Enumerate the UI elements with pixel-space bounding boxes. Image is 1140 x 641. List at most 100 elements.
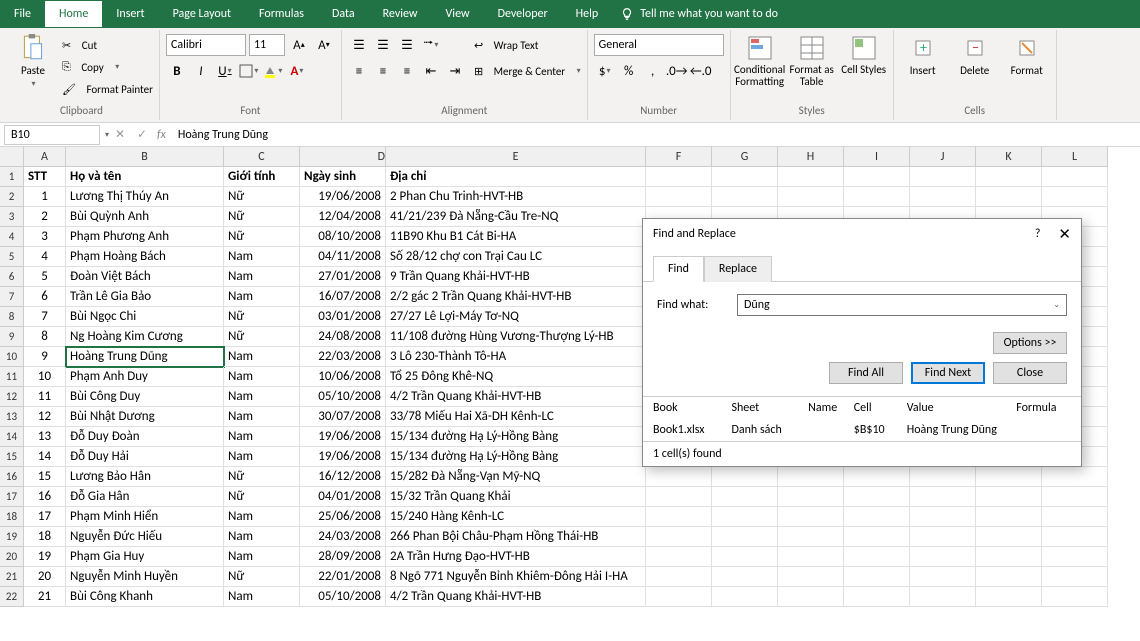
cell[interactable]: 15/282 Đà Nẵng-Vạn Mỹ-NQ (386, 467, 646, 487)
cell[interactable] (646, 527, 712, 547)
cell[interactable]: Phạm Anh Duy (66, 367, 224, 387)
cell[interactable]: 30/07/2008 (300, 407, 386, 427)
cell[interactable] (646, 187, 712, 207)
cell[interactable] (712, 187, 778, 207)
merge-center-button[interactable]: ⊞ Merge & Center ▾ (474, 60, 581, 82)
cell[interactable] (844, 587, 910, 607)
cell[interactable]: Nam (224, 447, 300, 467)
cell[interactable] (1042, 167, 1108, 187)
cell[interactable] (844, 187, 910, 207)
select-all-corner[interactable] (0, 147, 24, 167)
cell[interactable]: Lương Bảo Hân (66, 467, 224, 487)
cell[interactable]: Phạm Phương Anh (66, 227, 224, 247)
cell[interactable] (778, 467, 844, 487)
cell[interactable]: 11/108 đường Hùng Vương-Thượng Lý-HB (386, 327, 646, 347)
wrap-text-button[interactable]: ↩ Wrap Text (474, 34, 581, 56)
cell[interactable] (976, 527, 1042, 547)
row-header[interactable]: 2 (0, 187, 24, 207)
cell[interactable] (712, 567, 778, 587)
cell[interactable]: 15 (24, 467, 66, 487)
row-header[interactable]: 13 (0, 407, 24, 427)
cell[interactable]: Tổ 25 Đông Khê-NQ (386, 367, 646, 387)
row-header[interactable]: 6 (0, 267, 24, 287)
cell[interactable]: Nam (224, 507, 300, 527)
name-box[interactable]: B10 (4, 125, 100, 145)
cell[interactable]: Đỗ Gia Hân (66, 487, 224, 507)
comma-button[interactable]: , (642, 60, 664, 82)
cell[interactable]: 16 (24, 487, 66, 507)
bold-button[interactable]: B (166, 60, 188, 82)
cut-button[interactable]: ✂ Cut (62, 34, 153, 56)
cell[interactable] (844, 567, 910, 587)
col-header[interactable]: F (646, 147, 712, 167)
cell[interactable]: Nguyễn Minh Huyền (66, 567, 224, 587)
cell[interactable]: Nam (224, 427, 300, 447)
cell[interactable] (844, 547, 910, 567)
cell[interactable]: Số 28/12 chợ con Trại Cau LC (386, 247, 646, 267)
cell[interactable]: 19/06/2008 (300, 187, 386, 207)
result-col-value[interactable]: Value (907, 401, 1017, 415)
cell[interactable]: 15/32 Trần Quang Khải (386, 487, 646, 507)
cell[interactable]: 13 (24, 427, 66, 447)
cell[interactable] (844, 467, 910, 487)
cell[interactable]: 2A Trần Hưng Đạo-HVT-HB (386, 547, 646, 567)
cell[interactable]: Nữ (224, 467, 300, 487)
row-header[interactable]: 20 (0, 547, 24, 567)
row-header[interactable]: 16 (0, 467, 24, 487)
col-header[interactable]: B (66, 147, 224, 167)
cell[interactable] (778, 567, 844, 587)
insert-cells-button[interactable]: +Insert (900, 34, 946, 77)
cell[interactable]: Bùi Nhật Dương (66, 407, 224, 427)
tab-view[interactable]: View (432, 1, 484, 27)
align-top-button[interactable]: ☰ (348, 34, 370, 56)
cell[interactable]: Ng Hoàng Kim Cương (66, 327, 224, 347)
cell[interactable] (712, 167, 778, 187)
cell[interactable] (1042, 587, 1108, 607)
cell[interactable]: Nam (224, 387, 300, 407)
orientation-button[interactable]: ⭬▾ (420, 34, 442, 56)
cell[interactable]: 41/21/239 Đà Nẵng-Cầu Tre-NQ (386, 207, 646, 227)
font-name-select[interactable] (166, 34, 246, 56)
cell[interactable]: Ngày sinh (300, 167, 386, 187)
cell[interactable]: Nữ (224, 327, 300, 347)
cell[interactable]: 1 (24, 187, 66, 207)
cell[interactable] (976, 547, 1042, 567)
cell[interactable]: 19/06/2008 (300, 427, 386, 447)
cell[interactable] (1042, 487, 1108, 507)
cell[interactable]: Nữ (224, 567, 300, 587)
format-as-table-button[interactable]: Format as Table (789, 34, 835, 88)
col-header[interactable]: D (300, 147, 386, 167)
cell[interactable]: Nguyễn Đức Hiếu (66, 527, 224, 547)
cell[interactable]: 14 (24, 447, 66, 467)
options-button[interactable]: Options >> (993, 332, 1067, 354)
result-row[interactable]: Book1.xlsx Danh sách $B$10 Hoàng Trung D… (643, 419, 1081, 441)
close-button[interactable]: Close (993, 362, 1067, 384)
result-col-cell[interactable]: Cell (854, 401, 907, 415)
cell[interactable]: Bùi Quỳnh Anh (66, 207, 224, 227)
cell[interactable]: 16/07/2008 (300, 287, 386, 307)
cell[interactable] (712, 507, 778, 527)
align-center-button[interactable]: ≡ (372, 60, 394, 82)
cell[interactable] (976, 487, 1042, 507)
cell[interactable] (976, 187, 1042, 207)
cell[interactable]: 3 Lô 230-Thành Tô-HA (386, 347, 646, 367)
tab-file[interactable]: File (0, 1, 45, 27)
cancel-formula-button[interactable]: ✕ (109, 127, 131, 142)
formula-content[interactable]: Hoàng Trung Dũng (170, 128, 1140, 142)
cell[interactable]: 33/78 Miếu Hai Xã-DH Kênh-LC (386, 407, 646, 427)
cell[interactable]: Nam (224, 587, 300, 607)
cell[interactable]: 04/01/2008 (300, 487, 386, 507)
cell[interactable]: 19 (24, 547, 66, 567)
tab-developer[interactable]: Developer (484, 1, 562, 27)
result-col-book[interactable]: Book (653, 401, 731, 415)
cell[interactable]: 04/11/2008 (300, 247, 386, 267)
cell[interactable]: 3 (24, 227, 66, 247)
cell[interactable]: 5 (24, 267, 66, 287)
cell[interactable]: 2 (24, 207, 66, 227)
cell[interactable]: 18 (24, 527, 66, 547)
col-header[interactable]: L (1042, 147, 1108, 167)
cell[interactable] (1042, 187, 1108, 207)
cell[interactable]: Đoàn Việt Bách (66, 267, 224, 287)
cell[interactable]: Nam (224, 287, 300, 307)
cell[interactable]: 4/2 Trần Quang Khải-HVT-HB (386, 587, 646, 607)
